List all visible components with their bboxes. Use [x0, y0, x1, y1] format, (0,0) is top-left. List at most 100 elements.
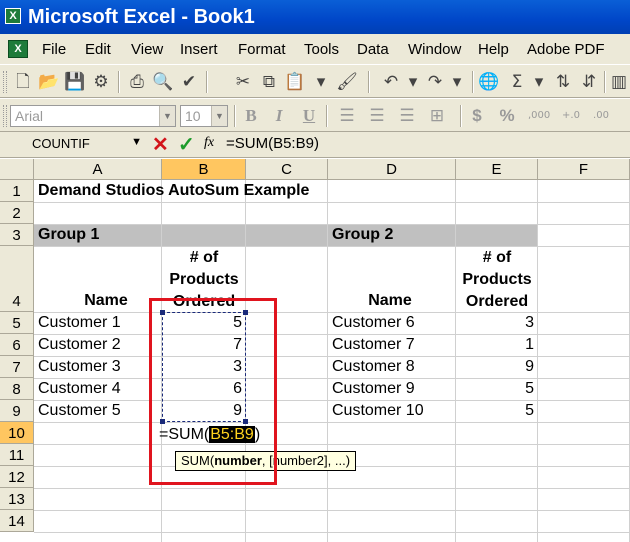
table-row-qty[interactable]: 1 — [456, 335, 538, 355]
menu-adobe-pdf[interactable]: Adobe PDF — [527, 41, 605, 58]
column-header-a[interactable]: A — [34, 159, 162, 180]
toolbar-grip[interactable] — [3, 105, 7, 127]
undo-icon[interactable]: ↶ — [380, 71, 402, 93]
sheet-title[interactable]: Demand Studios AutoSum Example — [34, 181, 313, 201]
redo-dropdown-icon[interactable]: ▾ — [446, 71, 468, 93]
chevron-down-icon[interactable]: ▼ — [131, 136, 142, 148]
autosum-icon[interactable]: Σ — [506, 71, 528, 93]
table-row-name[interactable]: Customer 3 — [34, 357, 125, 377]
enter-check-icon[interactable]: ✓ — [178, 132, 195, 157]
table-row-name[interactable]: Customer 8 — [328, 357, 419, 377]
table-row-qty[interactable]: 3 — [456, 313, 538, 333]
font-size-combo[interactable]: 10 ▼ — [180, 105, 228, 127]
column-header-f[interactable]: F — [538, 159, 630, 180]
menu-insert[interactable]: Insert — [180, 41, 218, 58]
column-header-b[interactable]: B — [162, 159, 246, 180]
row-header-7[interactable]: 7 — [0, 356, 34, 378]
group2-label[interactable]: Group 2 — [328, 225, 397, 245]
table-row-qty[interactable]: 5 — [456, 401, 538, 421]
table-row-name[interactable]: Customer 1 — [34, 313, 125, 333]
chart-wizard-icon[interactable]: ▥ — [608, 71, 630, 93]
worksheet-grid[interactable]: A B C D E F 1 2 3 4 5 6 7 8 9 10 11 12 1… — [0, 159, 630, 542]
paste-icon[interactable]: 📋 — [284, 71, 306, 93]
row-header-10[interactable]: 10 — [0, 422, 34, 444]
open-folder-icon[interactable]: 📂 — [38, 71, 60, 93]
row-header-3[interactable]: 3 — [0, 224, 34, 246]
toolbar-grip[interactable] — [3, 71, 7, 93]
menu-view[interactable]: View — [131, 41, 163, 58]
header-name-1[interactable]: Name — [34, 291, 162, 311]
save-icon[interactable]: 💾 — [64, 71, 86, 93]
insert-function-icon[interactable]: fx — [204, 135, 214, 151]
font-name-combo[interactable]: Arial ▼ — [10, 105, 176, 127]
copy-icon[interactable]: ⧉ — [258, 71, 280, 93]
menu-format[interactable]: Format — [238, 41, 286, 58]
row-header-4[interactable]: 4 — [0, 246, 34, 312]
currency-button[interactable]: $ — [466, 105, 488, 127]
row-header-11[interactable]: 11 — [0, 444, 34, 466]
name-box[interactable]: COUNTIF ▼ — [4, 134, 144, 155]
menu-window[interactable]: Window — [408, 41, 461, 58]
paste-dropdown-icon[interactable]: ▾ — [310, 71, 332, 93]
spelling-icon[interactable]: ✔ — [178, 71, 200, 93]
format-painter-icon[interactable]: 🖌 — [336, 71, 358, 93]
row-header-2[interactable]: 2 — [0, 202, 34, 224]
table-row-name[interactable]: Customer 9 — [328, 379, 419, 399]
undo-dropdown-icon[interactable]: ▾ — [402, 71, 424, 93]
menu-data[interactable]: Data — [357, 41, 389, 58]
align-left-icon[interactable]: ☰ — [336, 105, 358, 127]
header-products-2[interactable]: # of Products Ordered — [456, 247, 538, 313]
row-header-14[interactable]: 14 — [0, 510, 34, 532]
bold-button[interactable]: B — [240, 105, 262, 127]
align-right-icon[interactable]: ☰ — [396, 105, 418, 127]
column-header-e[interactable]: E — [456, 159, 538, 180]
increase-decimal-icon[interactable]: +.0 — [560, 105, 582, 127]
column-header-c[interactable]: C — [246, 159, 328, 180]
table-row-qty[interactable]: 5 — [456, 379, 538, 399]
cancel-icon[interactable]: ✕ — [152, 132, 169, 157]
table-row-name[interactable]: Customer 10 — [328, 401, 428, 421]
italic-button[interactable]: I — [268, 105, 290, 127]
menu-edit[interactable]: Edit — [85, 41, 111, 58]
row-header-9[interactable]: 9 — [0, 400, 34, 422]
row-header-6[interactable]: 6 — [0, 334, 34, 356]
merge-center-icon[interactable]: ⊞ — [426, 105, 448, 127]
decrease-decimal-icon[interactable]: .00 — [590, 105, 612, 127]
workbook-icon[interactable]: X — [8, 40, 28, 58]
group1-label[interactable]: Group 1 — [34, 225, 103, 245]
table-row-name[interactable]: Customer 7 — [328, 335, 419, 355]
column-header-d[interactable]: D — [328, 159, 456, 180]
table-row-name[interactable]: Customer 2 — [34, 335, 125, 355]
align-center-icon[interactable]: ☰ — [366, 105, 388, 127]
chevron-down-icon[interactable]: ▼ — [159, 106, 175, 126]
cut-icon[interactable]: ✂ — [232, 71, 254, 93]
hyperlink-icon[interactable]: 🌐 — [478, 71, 500, 93]
row-header-1[interactable]: 1 — [0, 180, 34, 202]
print-icon[interactable]: ⎙ — [126, 71, 148, 93]
row-header-13[interactable]: 13 — [0, 488, 34, 510]
header-name-2[interactable]: Name — [328, 291, 456, 311]
table-row-name[interactable]: Customer 4 — [34, 379, 125, 399]
menu-help[interactable]: Help — [478, 41, 509, 58]
menu-file[interactable]: File — [42, 41, 66, 58]
select-all-corner[interactable] — [0, 159, 34, 180]
sort-descending-icon[interactable]: ⇵ — [578, 71, 600, 93]
print-preview-icon[interactable]: 🔍 — [152, 71, 174, 93]
percent-button[interactable]: % — [496, 105, 518, 127]
menu-tools[interactable]: Tools — [304, 41, 339, 58]
table-row-name[interactable]: Customer 5 — [34, 401, 125, 421]
redo-icon[interactable]: ↷ — [424, 71, 446, 93]
row-header-8[interactable]: 8 — [0, 378, 34, 400]
chevron-down-icon[interactable]: ▼ — [211, 106, 227, 126]
underline-button[interactable]: U — [298, 105, 320, 127]
table-row-qty[interactable]: 9 — [456, 357, 538, 377]
permission-icon[interactable]: ⚙ — [90, 71, 112, 93]
comma-style-icon[interactable]: ,000 — [528, 105, 550, 127]
new-document-icon[interactable]: 🗋 — [12, 71, 34, 93]
row-header-12[interactable]: 12 — [0, 466, 34, 488]
sort-ascending-icon[interactable]: ⇅ — [552, 71, 574, 93]
formula-input[interactable]: =SUM(B5:B9) — [226, 135, 319, 152]
autosum-dropdown-icon[interactable]: ▾ — [528, 71, 550, 93]
table-row-name[interactable]: Customer 6 — [328, 313, 419, 333]
row-header-5[interactable]: 5 — [0, 312, 34, 334]
